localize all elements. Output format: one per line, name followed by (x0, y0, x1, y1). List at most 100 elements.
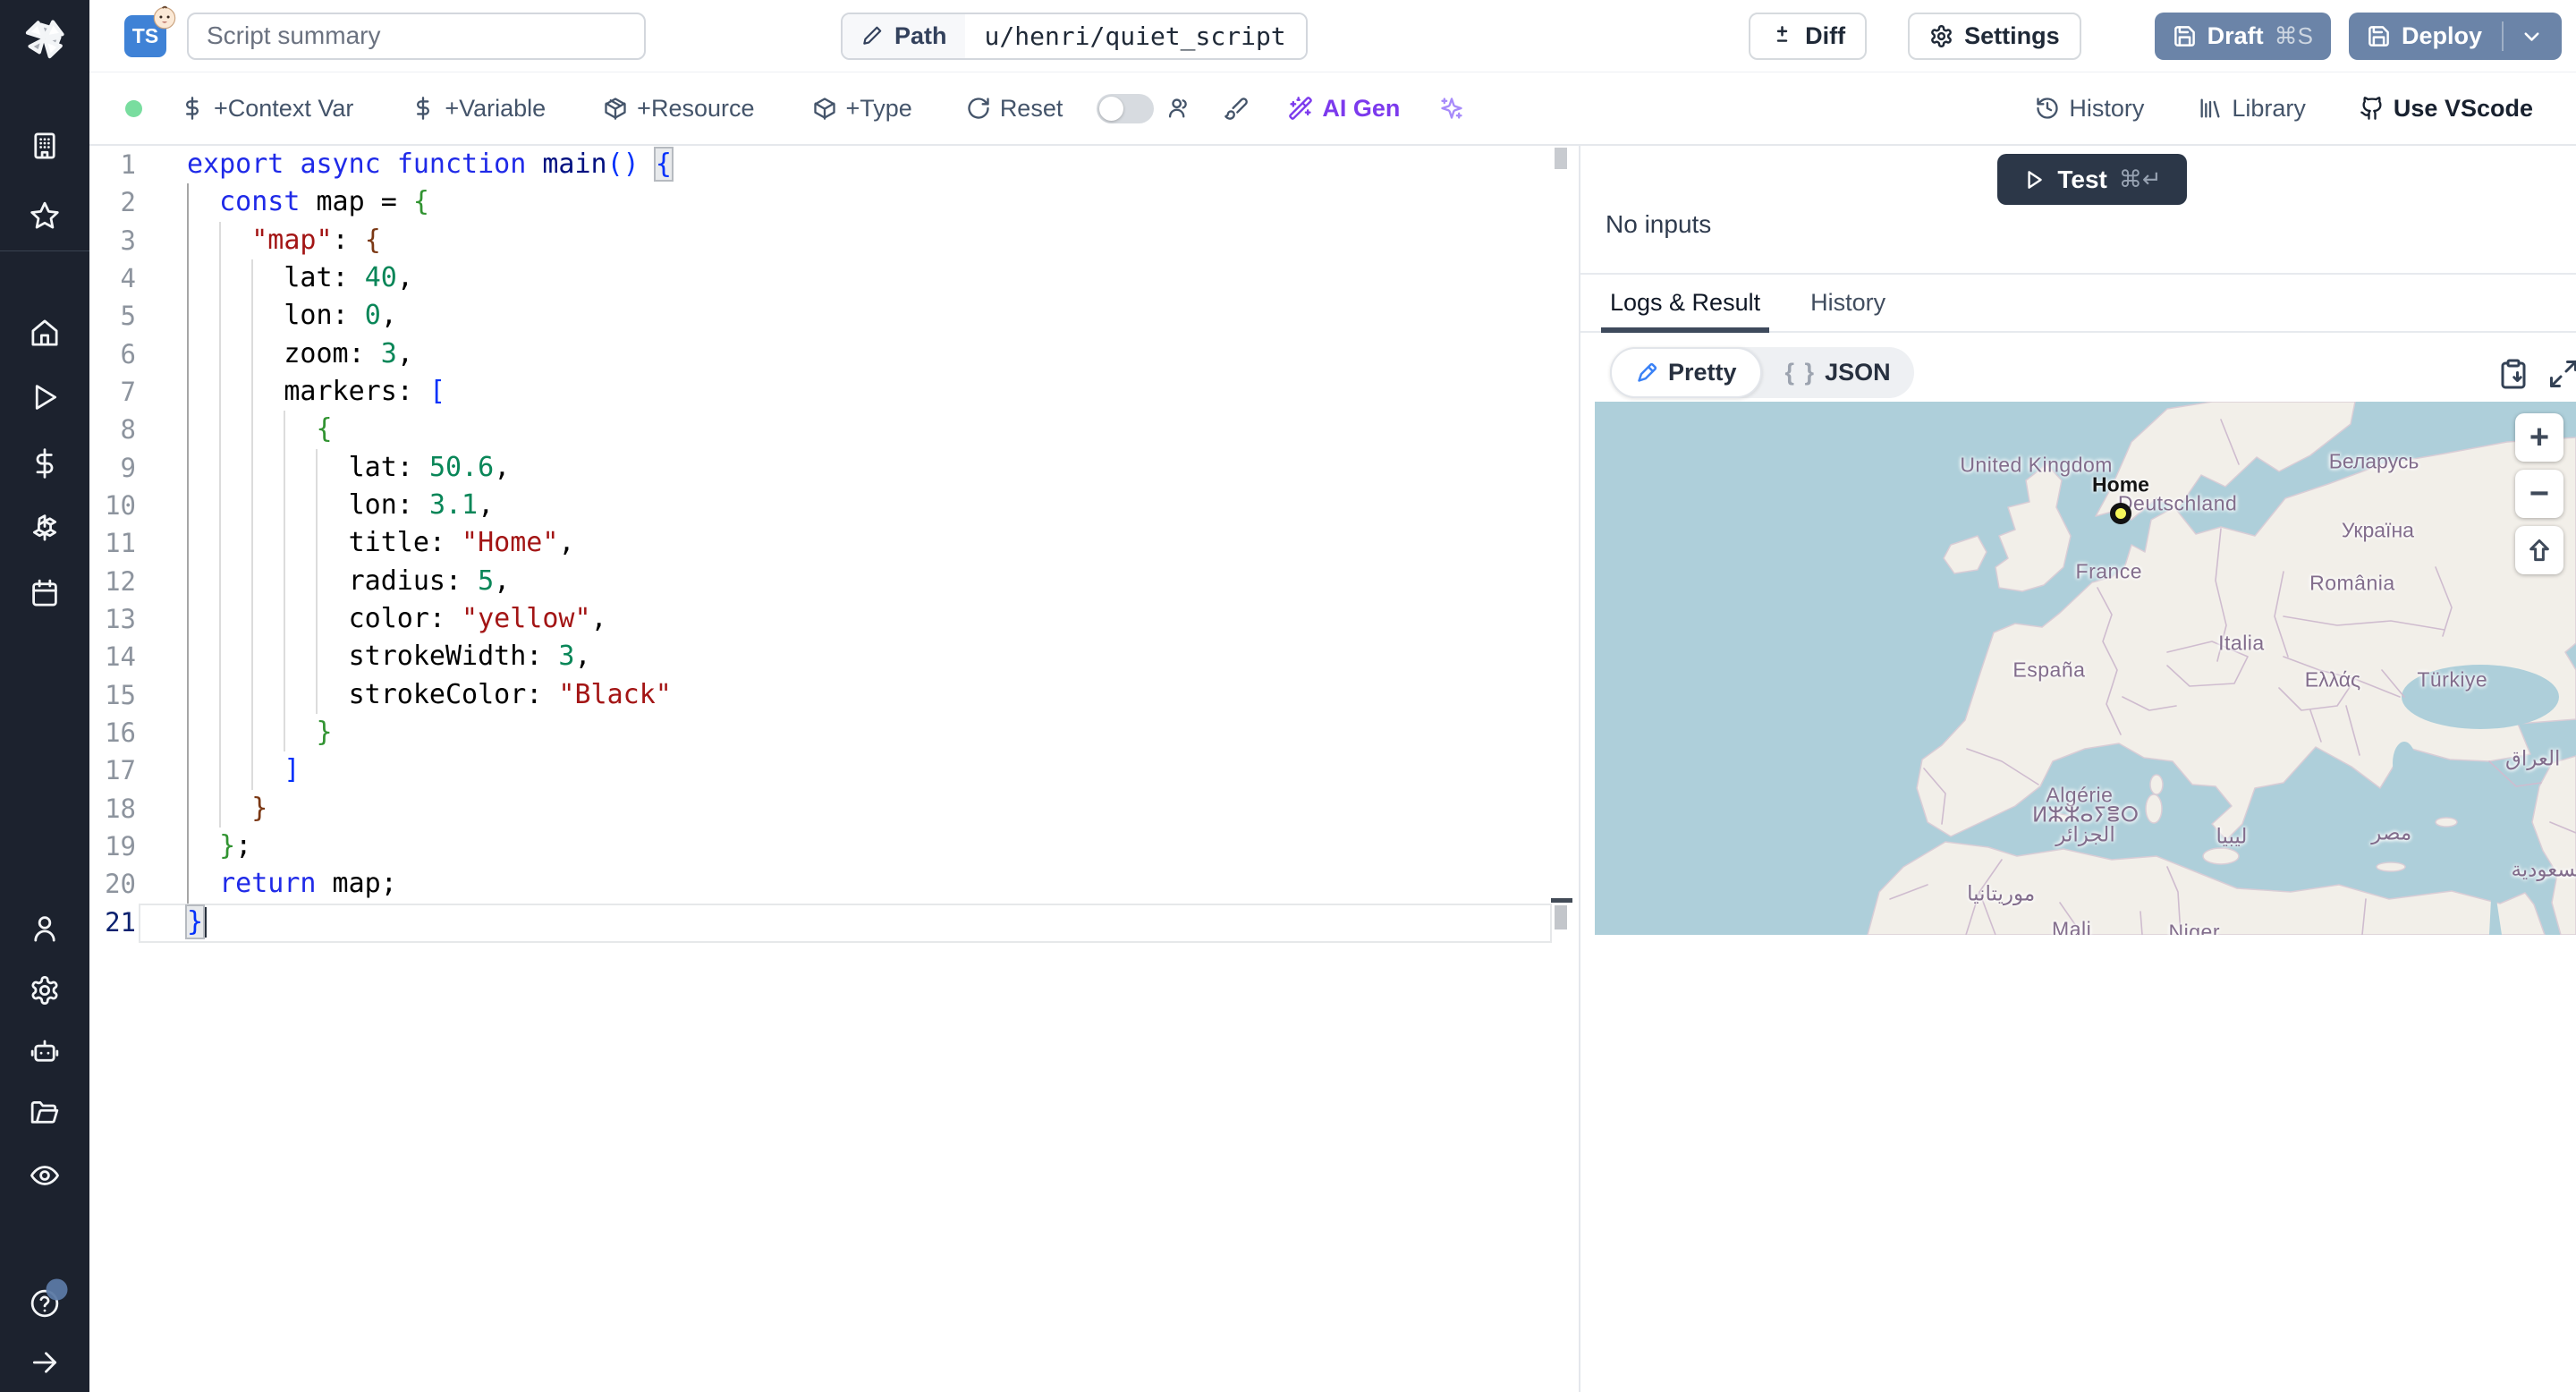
code-line[interactable]: export async function main() { (187, 146, 674, 183)
code-line[interactable]: color: "yellow", (187, 600, 672, 638)
calendar-icon[interactable] (30, 578, 61, 609)
add-resource-button[interactable]: +Resource (592, 86, 765, 132)
users-icon[interactable] (1161, 87, 1197, 130)
code-line[interactable]: "map": { (187, 222, 672, 259)
settings-button[interactable]: Settings (1908, 12, 2081, 60)
reset-button[interactable]: Reset (955, 86, 1074, 132)
code-lines[interactable]: export async function main() { const map… (184, 146, 674, 941)
code-line[interactable]: markers: [ (187, 373, 672, 411)
result-map[interactable]: United Kingdom Беларусь Deutschland Україна… (1595, 402, 2576, 935)
draft-button[interactable]: Draft ⌘S (2154, 12, 2331, 60)
zoom-in-button[interactable]: + (2515, 413, 2563, 462)
code-line[interactable]: return map; (187, 865, 672, 903)
code-line[interactable]: zoom: 3, (187, 335, 672, 373)
marker-label: Home (2092, 472, 2149, 497)
code-line[interactable]: const map = { (187, 183, 672, 221)
gear-icon[interactable] (30, 975, 61, 1006)
test-shortcut: ⌘↵ (2118, 166, 2162, 192)
map-country-label: România (2309, 571, 2395, 595)
arrow-right-icon[interactable] (30, 1347, 61, 1379)
code-editor[interactable]: 1 2 3 4 5 6 7 8 9 10 11 12 13 14 15 16 17 18 19 20 21 export… (89, 146, 1579, 1392)
line-number: 12 (105, 565, 136, 597)
history-button[interactable]: History (2024, 86, 2155, 132)
map-country-label: مصر (2371, 820, 2412, 845)
no-inputs-text: No inputs (1606, 210, 1712, 238)
eye-icon[interactable] (30, 1160, 61, 1192)
play-icon[interactable] (30, 382, 61, 413)
copy-result-icon[interactable] (2497, 358, 2529, 390)
braces-icon: { } (1784, 359, 1817, 386)
diff-button[interactable]: Diff (1749, 12, 1868, 60)
gear-icon (1931, 24, 1952, 47)
pane-divider[interactable] (1579, 146, 1580, 1392)
json-toggle[interactable]: { } JSON (1762, 347, 1914, 398)
line-number: 2 (120, 187, 136, 218)
bot-icon[interactable] (30, 1036, 61, 1067)
deploy-button[interactable]: Deploy (2348, 12, 2562, 60)
code-line[interactable]: }; (187, 828, 672, 865)
folder-open-icon[interactable] (30, 1098, 61, 1129)
use-vscode-button[interactable]: Use VScode (2349, 86, 2544, 132)
sparkles-icon[interactable] (1434, 87, 1470, 130)
line-number: 11 (105, 528, 136, 559)
add-variable-button[interactable]: +Variable (400, 86, 556, 132)
tab-logs-result[interactable]: Logs & Result (1601, 275, 1770, 333)
topbar: TS Path u/henri/quiet_script Diff Settin… (89, 0, 2576, 72)
building-icon[interactable] (30, 131, 61, 162)
dollar-icon (186, 97, 199, 120)
star-icon[interactable] (30, 200, 61, 232)
play-icon (2028, 170, 2043, 189)
code-line[interactable]: lat: 40, (187, 259, 672, 297)
code-line[interactable]: } (187, 714, 672, 751)
dollar-icon[interactable] (30, 448, 61, 480)
code-line[interactable]: lat: 50.6, (187, 449, 672, 487)
code-line[interactable]: strokeColor: "Black" (187, 676, 672, 714)
paintbrush-icon[interactable] (1218, 87, 1254, 130)
library-icon (2200, 98, 2220, 118)
code-line[interactable]: title: "Home", (187, 524, 672, 562)
result-view-toggle: Pretty { } JSON (1610, 347, 1914, 398)
deploy-separator (2502, 21, 2504, 51)
sidebar (0, 0, 89, 1392)
expand-icon[interactable] (2547, 358, 2576, 390)
map-country-label: Türkiye (2417, 667, 2488, 692)
chevron-down-icon[interactable] (2520, 24, 2544, 48)
code-line[interactable]: } (187, 790, 672, 828)
map-country-label: Україна (2341, 518, 2414, 542)
pretty-toggle[interactable]: Pretty (1610, 347, 1762, 398)
code-line[interactable]: ] (187, 751, 672, 789)
result-tabs: Logs & Result History (1580, 275, 2576, 333)
right-panel: Test ⌘↵ No inputs Logs & Result History … (1580, 146, 2576, 1392)
home-icon[interactable] (30, 318, 61, 349)
line-number: 15 (105, 679, 136, 710)
line-number: 6 (120, 338, 136, 369)
boxes-icon[interactable] (30, 513, 61, 544)
add-context-var-button[interactable]: +Context Var (169, 86, 364, 132)
tab-history[interactable]: History (1801, 275, 1894, 331)
windmill-logo-icon[interactable] (21, 16, 68, 63)
map-country-label: Niger (2168, 920, 2220, 935)
help-icon[interactable] (30, 1278, 68, 1320)
path-field[interactable]: Path u/henri/quiet_script (841, 12, 1308, 60)
reset-view-button[interactable] (2515, 526, 2563, 574)
add-type-button[interactable]: +Type (801, 86, 923, 132)
map-marker[interactable] (2109, 502, 2131, 524)
ai-gen-button[interactable]: AI Gen (1277, 86, 1411, 132)
path-label: Path (843, 13, 965, 58)
code-line[interactable]: lon: 0, (187, 297, 672, 335)
scrollbar-handle[interactable] (1555, 148, 1567, 169)
code-line[interactable]: strokeWidth: 3, (187, 638, 672, 675)
user-icon[interactable] (30, 913, 61, 945)
zoom-out-button[interactable]: − (2515, 470, 2563, 518)
code-line[interactable]: radius: 5, (187, 563, 672, 600)
map-country-label: Беларусь (2328, 449, 2419, 473)
test-button[interactable]: Test ⌘↵ (1997, 154, 2187, 205)
save-icon (2368, 25, 2389, 47)
script-summary-input[interactable] (187, 12, 646, 60)
code-line[interactable]: { (187, 411, 672, 448)
code-line[interactable]: lon: 3.1, (187, 487, 672, 524)
path-value[interactable]: u/henri/quiet_script (964, 13, 1306, 58)
library-button[interactable]: Library (2187, 86, 2317, 132)
collab-toggle[interactable] (1097, 93, 1155, 123)
code-line[interactable]: } (184, 904, 672, 941)
